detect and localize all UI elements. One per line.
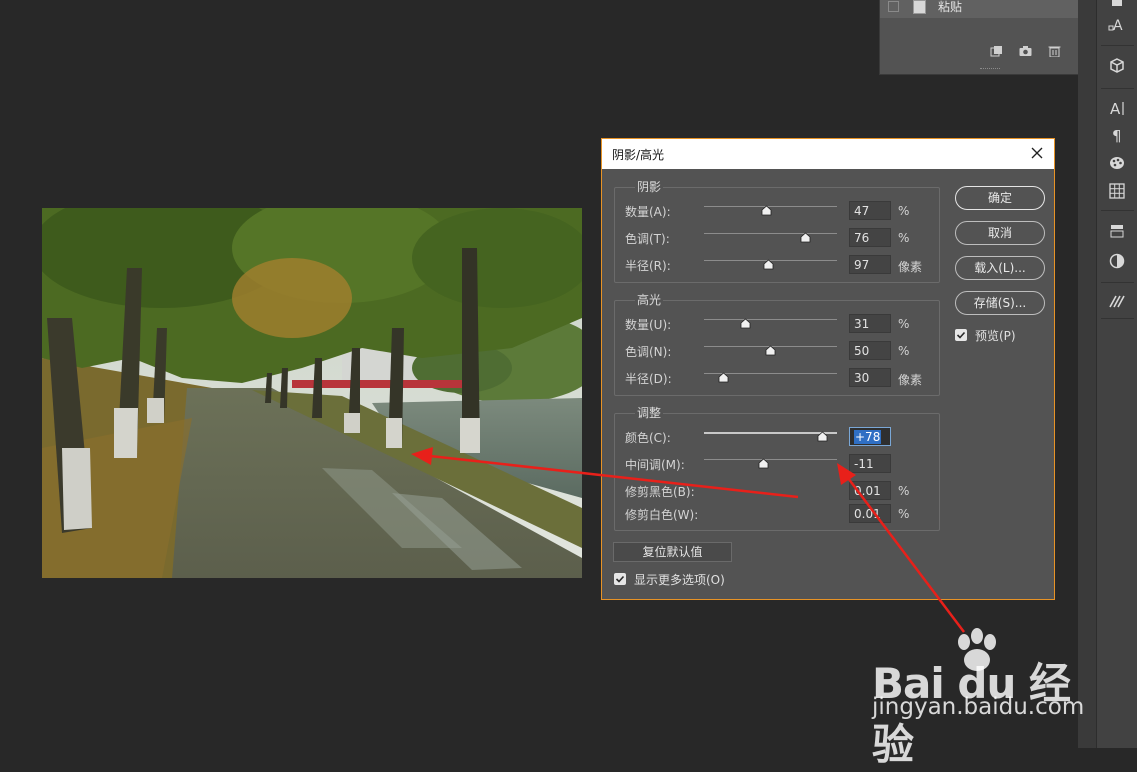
- toolbar-divider: [1101, 88, 1134, 89]
- shadows-amount-slider-thumb[interactable]: [761, 205, 772, 216]
- 3d-cube-icon[interactable]: [1105, 55, 1129, 77]
- clip-black-input[interactable]: 0.01: [849, 481, 891, 500]
- midtone-contrast-input[interactable]: -11: [849, 454, 891, 473]
- highlights-amount-unit: %: [898, 317, 910, 331]
- svg-text:¶: ¶: [1112, 127, 1122, 144]
- shadows-tone-slider-thumb[interactable]: [800, 232, 811, 243]
- shadows-radius-input[interactable]: 97: [849, 255, 891, 274]
- adjustments-group-title: 调整: [635, 404, 664, 421]
- toolbar-divider: [1101, 45, 1134, 46]
- baidu-jingyan-watermark: Bai du 经验 jingyan.baidu.com: [872, 628, 1085, 769]
- load-button[interactable]: 载入(L)...: [955, 256, 1045, 280]
- highlights-radius-label: 半径(D):: [625, 372, 672, 386]
- history-item-label: 粘贴: [938, 0, 963, 14]
- svg-text:A: A: [1110, 100, 1121, 117]
- shadows-tone-input[interactable]: 76: [849, 228, 891, 247]
- save-button[interactable]: 存储(S)...: [955, 291, 1045, 315]
- svg-text:A: A: [1113, 18, 1123, 34]
- highlights-radius-slider-thumb[interactable]: [718, 372, 729, 383]
- shadows-radius-label: 半径(R):: [625, 259, 671, 273]
- history-snapshot-checkbox[interactable]: [888, 1, 899, 12]
- watermark-brand: Bai du 经验: [872, 659, 1071, 769]
- toolbar-divider: [1101, 318, 1134, 319]
- dialog-title: 阴影/高光: [612, 148, 665, 162]
- clip-white-input[interactable]: 0.01: [849, 504, 891, 523]
- shadows-amount-unit: %: [898, 204, 910, 218]
- dialog-titlebar[interactable]: 阴影/高光: [602, 139, 1054, 169]
- history-panel: 粘贴: [879, 0, 1098, 75]
- clip-white-label: 修剪白色(W):: [625, 508, 699, 522]
- highlights-amount-input[interactable]: 31: [849, 314, 891, 333]
- show-more-options-label: 显示更多选项(O): [634, 573, 725, 587]
- cancel-button[interactable]: 取消: [955, 221, 1045, 245]
- clip-white-unit: %: [898, 507, 910, 521]
- highlights-tone-slider-thumb[interactable]: [765, 345, 776, 356]
- camera-icon[interactable]: [1019, 45, 1032, 57]
- toolbar-divider: [1101, 210, 1134, 211]
- park-path-photo: [42, 208, 582, 578]
- adjustments-icon[interactable]: [1105, 220, 1129, 242]
- shadows-amount-label: 数量(A):: [625, 205, 671, 219]
- shadows-highlights-dialog: 阴影/高光 阴影 高光 调整 数量(A): 47 % 色调(T): 76 % 半…: [601, 138, 1055, 600]
- reset-defaults-button[interactable]: 复位默认值: [613, 542, 732, 562]
- midtone-contrast-slider-thumb[interactable]: [758, 458, 769, 469]
- watermark-url: jingyan.baidu.com: [872, 694, 1085, 720]
- clip-black-label: 修剪黑色(B):: [625, 485, 695, 499]
- color-correction-slider-thumb[interactable]: [817, 431, 828, 442]
- highlights-radius-input[interactable]: 30: [849, 368, 891, 387]
- panel-resize-grip[interactable]: [980, 68, 1000, 71]
- character-styles-icon[interactable]: A: [1105, 14, 1129, 36]
- document-canvas-image[interactable]: [42, 208, 582, 578]
- grid-table-icon[interactable]: [1105, 180, 1129, 202]
- shadows-tone-slider-track[interactable]: [704, 233, 837, 234]
- highlights-tone-unit: %: [898, 344, 910, 358]
- swatches-palette-icon[interactable]: [1105, 152, 1129, 174]
- preview-checkbox[interactable]: [955, 329, 967, 341]
- preview-label: 预览(P): [975, 329, 1016, 343]
- document-icon: [913, 0, 926, 14]
- shadows-radius-unit: 像素: [898, 260, 923, 274]
- right-toolbar: A A ¶: [1096, 0, 1137, 748]
- show-more-options-checkbox[interactable]: [614, 573, 626, 585]
- history-item[interactable]: 粘贴: [880, 0, 1080, 18]
- ok-button[interactable]: 确定: [955, 186, 1045, 210]
- shadows-radius-slider-thumb[interactable]: [763, 259, 774, 270]
- brush-settings-icon[interactable]: [1105, 290, 1129, 312]
- highlights-amount-slider-track[interactable]: [704, 319, 837, 320]
- shadows-tone-label: 色调(T):: [625, 232, 670, 246]
- midtone-contrast-slider-track[interactable]: [704, 459, 837, 460]
- highlights-tone-input[interactable]: 50: [849, 341, 891, 360]
- shadows-group-title: 阴影: [635, 178, 664, 195]
- new-document-from-state-icon[interactable]: [990, 45, 1003, 57]
- trash-icon[interactable]: [1048, 45, 1061, 57]
- paw-logo-icon: [958, 628, 996, 671]
- shadows-amount-input[interactable]: 47: [849, 201, 891, 220]
- toolbar-divider: [1101, 282, 1134, 283]
- paragraph-icon[interactable]: ¶: [1105, 124, 1129, 146]
- highlights-radius-unit: 像素: [898, 373, 923, 387]
- highlights-group-title: 高光: [635, 291, 664, 308]
- highlights-tone-label: 色调(N):: [625, 345, 672, 359]
- panel-scrollbar[interactable]: [1078, 0, 1096, 748]
- character-panel-icon[interactable]: A: [1105, 97, 1129, 119]
- midtone-contrast-label: 中间调(M):: [625, 458, 685, 472]
- color-correction-label: 颜色(C):: [625, 431, 671, 445]
- shadows-tone-unit: %: [898, 231, 910, 245]
- highlights-amount-slider-thumb[interactable]: [740, 318, 751, 329]
- history-actions: [990, 45, 1061, 63]
- highlights-amount-label: 数量(U):: [625, 318, 672, 332]
- contrast-circle-icon[interactable]: [1105, 250, 1129, 272]
- clip-black-unit: %: [898, 484, 910, 498]
- color-correction-input[interactable]: +78: [849, 427, 891, 446]
- close-icon[interactable]: [1028, 144, 1046, 162]
